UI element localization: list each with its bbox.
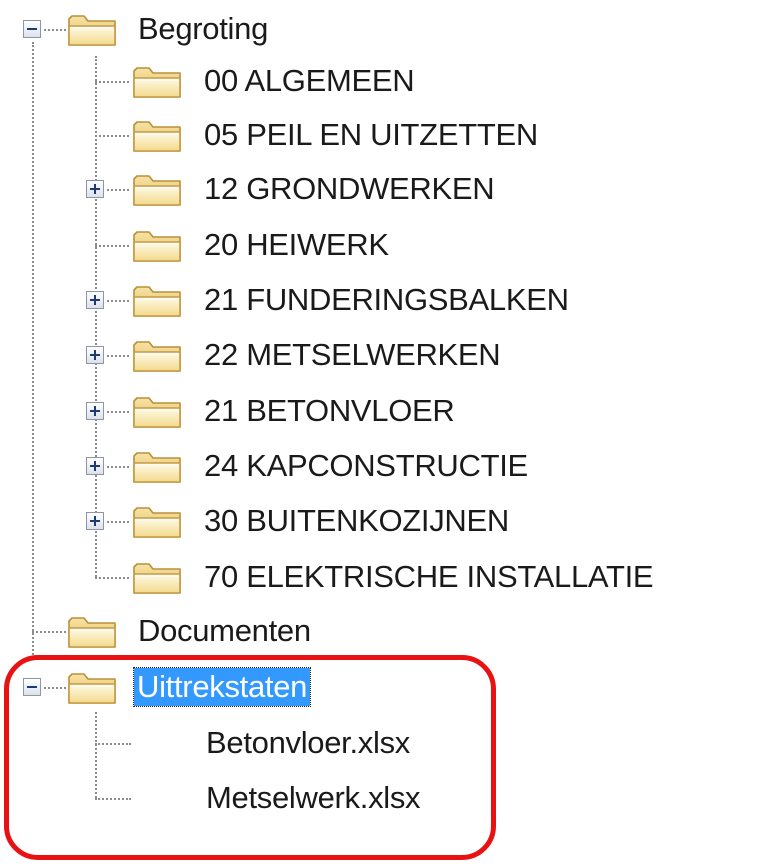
node-label[interactable]: 21 FUNDERINGSBALKEN	[204, 281, 569, 319]
tree-line-branch	[107, 466, 129, 468]
folder-icon	[131, 392, 183, 430]
node-label[interactable]: 22 METSELWERKEN	[204, 336, 501, 374]
tree-line-branch	[95, 135, 129, 137]
tree-line-branch	[95, 81, 129, 83]
node-label[interactable]: Begroting	[138, 10, 268, 48]
expand-icon[interactable]	[86, 346, 104, 364]
node-label[interactable]: 24 KAPCONSTRUCTIE	[204, 447, 528, 485]
tree-line-branch	[95, 577, 129, 579]
tree-line-branch	[107, 521, 129, 523]
folder-icon	[131, 447, 183, 485]
expand-icon[interactable]	[86, 180, 104, 198]
node-label[interactable]: 30 BUITENKOZIJNEN	[204, 502, 509, 540]
expand-icon[interactable]	[86, 457, 104, 475]
expand-icon[interactable]	[86, 291, 104, 309]
tree-line-branch	[44, 29, 66, 31]
folder-icon	[131, 558, 183, 596]
tree-line-branch	[107, 411, 129, 413]
folder-icon	[131, 226, 183, 264]
tree-line-branch	[107, 189, 129, 191]
folder-icon	[131, 281, 183, 319]
node-label[interactable]: Documenten	[138, 612, 311, 650]
tree-line-root	[32, 42, 34, 659]
tree-line-branch	[107, 300, 129, 302]
folder-tree: Begroting 00 ALGEMEEN 05 PEIL EN UITZETT…	[0, 0, 775, 867]
node-label[interactable]: 21 BETONVLOER	[204, 392, 455, 430]
folder-icon	[131, 170, 183, 208]
folder-icon	[131, 336, 183, 374]
node-label[interactable]: 00 ALGEMEEN	[204, 62, 415, 100]
folder-icon	[66, 10, 118, 48]
tree-line-branch	[95, 245, 129, 247]
tree-line-branch	[32, 631, 66, 633]
folder-icon	[131, 62, 183, 100]
node-label[interactable]: 05 PEIL EN UITZETTEN	[204, 116, 538, 154]
folder-icon	[66, 612, 118, 650]
expand-icon[interactable]	[86, 402, 104, 420]
collapse-icon[interactable]	[23, 20, 41, 38]
tree-line-branch	[107, 355, 129, 357]
folder-icon	[131, 116, 183, 154]
node-label[interactable]: 12 GRONDWERKEN	[204, 170, 495, 208]
node-label[interactable]: 70 ELEKTRISCHE INSTALLATIE	[204, 558, 654, 596]
annotation-highlight-box	[4, 655, 496, 860]
folder-icon	[131, 502, 183, 540]
node-label[interactable]: 20 HEIWERK	[204, 226, 389, 264]
expand-icon[interactable]	[86, 512, 104, 530]
